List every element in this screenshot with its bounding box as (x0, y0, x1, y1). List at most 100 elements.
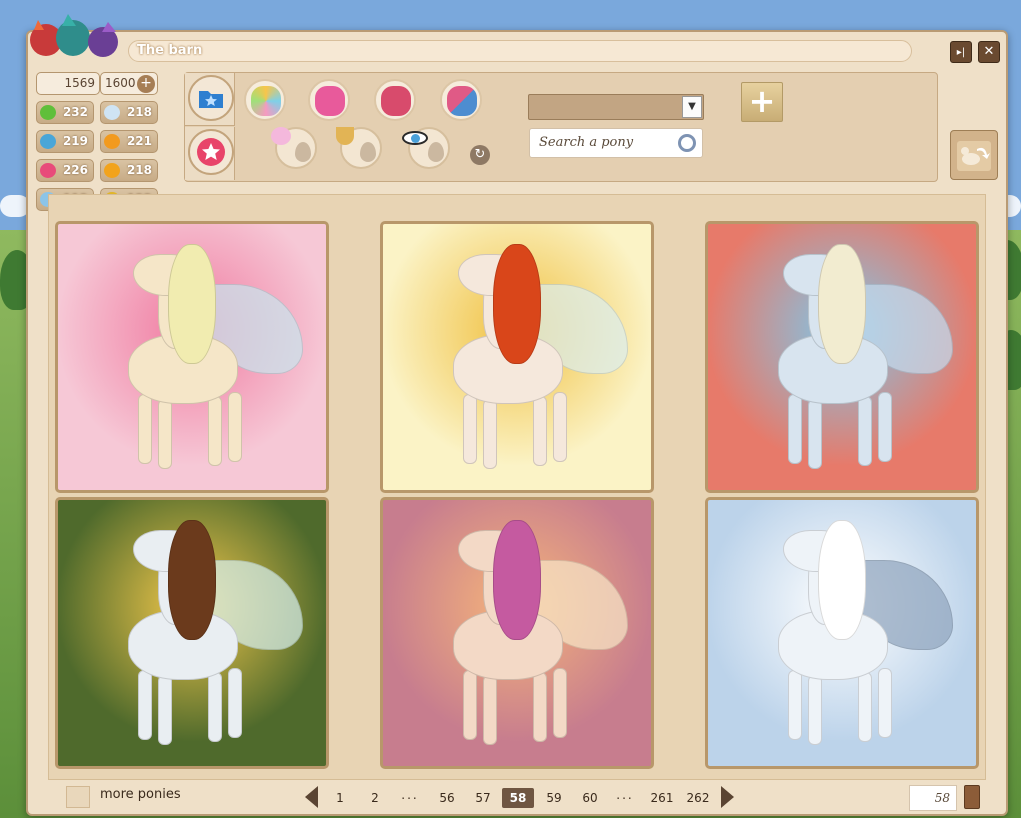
pony-leg (483, 399, 497, 469)
send-pony-button[interactable] (950, 130, 998, 180)
filter-colors-button[interactable] (244, 79, 286, 121)
page-ellipsis: ... (401, 788, 419, 802)
pony-avatar (383, 224, 651, 490)
pony-leg (808, 675, 822, 745)
pony-leg (158, 675, 172, 745)
cloud-icon (104, 105, 120, 120)
pony-leg (858, 396, 872, 466)
pony-card[interactable] (380, 221, 654, 493)
page-number-input[interactable]: 58 (909, 785, 957, 811)
heart-horseshoe-icon (381, 86, 411, 116)
pony-avatar (708, 224, 976, 490)
pony-card[interactable] (380, 497, 654, 769)
pony-pair-icon (447, 86, 477, 116)
money-max-counter: 1600 + (100, 72, 158, 95)
paw-orange-icon (104, 163, 120, 178)
pony-leg (533, 396, 547, 466)
page-link[interactable]: 1 (324, 788, 356, 808)
barn-window: The barn ▸| ✕ 1569 1600 + 232 218 219 221 22… (26, 14, 1010, 816)
page-link[interactable]: 57 (467, 788, 499, 808)
pony-card[interactable] (55, 497, 329, 769)
add-button[interactable]: + (741, 82, 783, 122)
more-ponies-checkbox[interactable] (66, 786, 90, 808)
pony-mane (818, 520, 866, 640)
money-counter: 1569 (36, 72, 100, 95)
pony-leg (878, 392, 892, 462)
search-placeholder: Search a pony (539, 135, 634, 150)
resource-value: 232 (62, 105, 88, 119)
pony-leg (808, 399, 822, 469)
close-button[interactable]: ✕ (978, 41, 1000, 63)
refresh-icon[interactable]: ↻ (470, 145, 490, 165)
unicorn-icon (271, 127, 291, 145)
tab-folder[interactable] (185, 73, 235, 126)
filter-unicorn-button[interactable] (271, 127, 317, 169)
pony-leg (788, 670, 802, 740)
close-icon: ✕ (983, 44, 995, 59)
pony-leg (533, 672, 547, 742)
filter-breeding-button[interactable] (440, 79, 482, 121)
resource-stat: 218 (100, 159, 158, 182)
search-icon (678, 134, 696, 152)
pagination-bar: more ponies 1 2 56 57 58 59 60 261 262...... 58 (28, 784, 1010, 814)
game-logo (30, 14, 118, 57)
pony-card[interactable] (705, 497, 979, 769)
add-money-icon[interactable]: + (137, 75, 155, 93)
resource-value: 218 (126, 163, 152, 177)
pony-card[interactable] (705, 221, 979, 493)
pony-card[interactable] (55, 221, 329, 493)
pony-arrow-icon (957, 141, 991, 171)
minimize-button[interactable]: ▸| (950, 41, 972, 63)
collapse-icon: ▸| (956, 47, 966, 58)
pony-avatar (708, 500, 976, 766)
pony-leg (858, 672, 872, 742)
resource-stat: 226 (36, 159, 94, 182)
breed-select[interactable]: ▼ (528, 94, 704, 120)
drop-icon (295, 142, 311, 162)
resource-value: 221 (126, 134, 152, 148)
pony-leg (228, 392, 242, 462)
filter-toolbar: ↻ ▼ Search a pony + (184, 72, 938, 182)
apple-icon (40, 105, 56, 120)
pony-leg (788, 394, 802, 464)
pony-leg (208, 396, 222, 466)
filter-eye-button[interactable] (402, 127, 450, 169)
filter-gender-button[interactable] (308, 79, 350, 121)
pony-leg (483, 675, 497, 745)
go-to-page-button[interactable] (964, 785, 980, 809)
resource-value: 218 (126, 105, 152, 119)
chevron-down-icon: ▼ (682, 96, 702, 118)
star-badge-icon (188, 129, 234, 175)
prev-page-icon[interactable] (305, 786, 318, 808)
resource-value: 226 (62, 163, 88, 177)
pony-avatar (58, 224, 326, 490)
page-link[interactable]: 56 (431, 788, 463, 808)
page-current[interactable]: 58 (502, 788, 534, 808)
trophy-icon (336, 127, 354, 145)
tab-favorites[interactable] (185, 127, 235, 180)
page-ellipsis: ... (616, 788, 634, 802)
pony-grid (48, 194, 986, 780)
page-link[interactable]: 262 (682, 788, 714, 808)
pony-mane (818, 244, 866, 364)
folder-star-icon (188, 75, 234, 121)
next-page-icon[interactable] (721, 786, 734, 808)
page-link[interactable]: 261 (646, 788, 678, 808)
page-link[interactable]: 2 (359, 788, 391, 808)
filter-trophy-button[interactable] (336, 127, 382, 169)
page-link[interactable]: 59 (538, 788, 570, 808)
drop-icon (428, 142, 444, 162)
resource-stat: 219 (36, 130, 94, 153)
search-input[interactable]: Search a pony (529, 128, 703, 158)
money-value: 1569 (64, 76, 95, 90)
resource-stat: 221 (100, 130, 158, 153)
more-ponies-label: more ponies (100, 787, 181, 802)
pony-avatar (58, 500, 326, 766)
resource-stat: 218 (100, 101, 158, 124)
window-title: The barn (128, 40, 912, 62)
filter-love-button[interactable] (374, 79, 416, 121)
pony-leg (158, 399, 172, 469)
pony-mane (493, 244, 541, 364)
page-link[interactable]: 60 (574, 788, 606, 808)
pony-mane (168, 244, 216, 364)
